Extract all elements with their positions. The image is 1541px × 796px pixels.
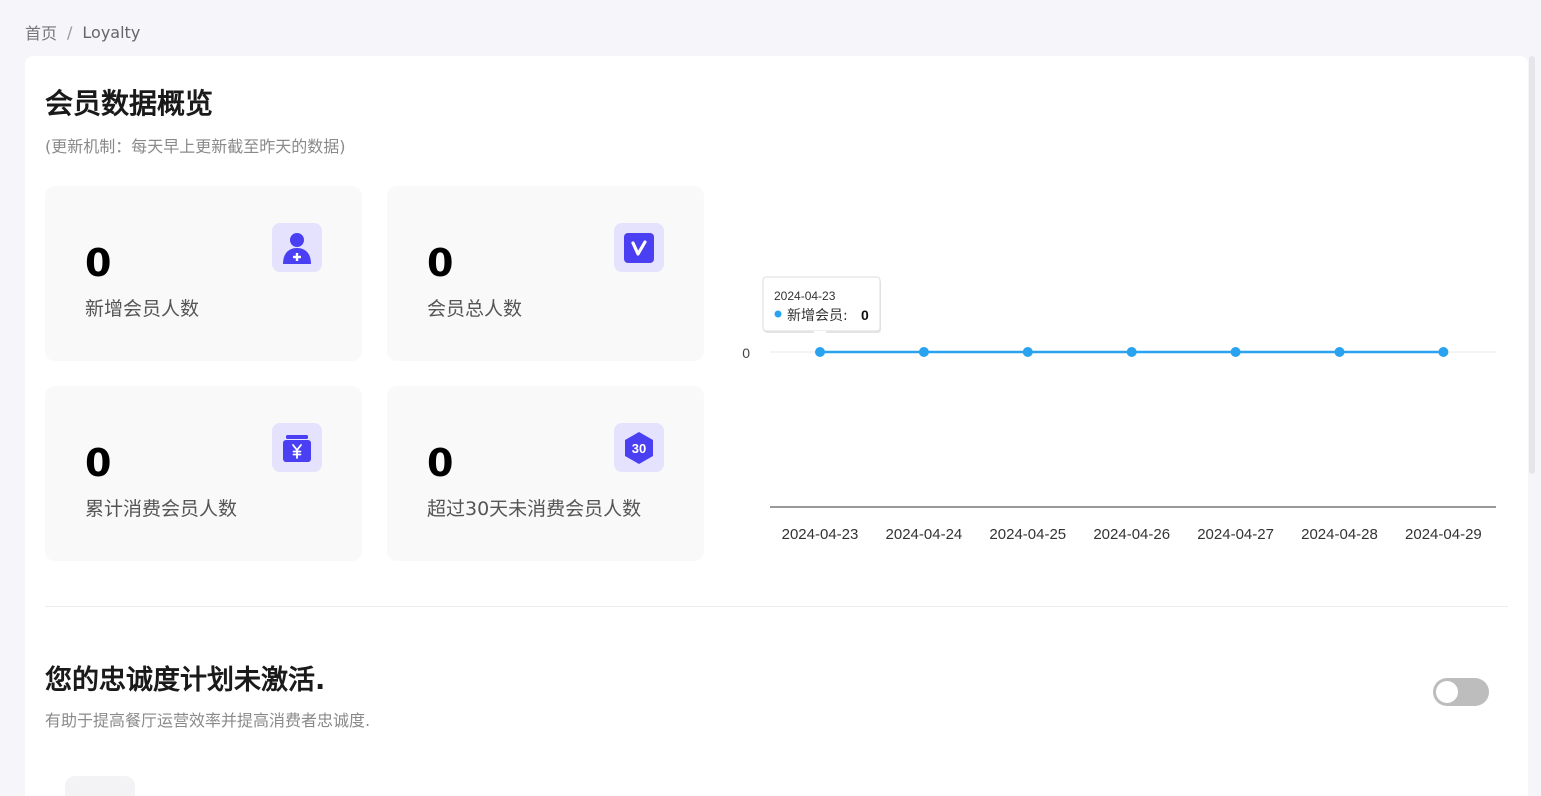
- stat-card-consuming-members: 0 累计消费会员人数: [45, 386, 362, 561]
- thirty-days-icon: 30: [614, 423, 664, 472]
- x-tick-label: 2024-04-27: [1197, 526, 1274, 543]
- stat-label: 超过30天未消费会员人数: [427, 498, 642, 520]
- update-note: (更新机制：每天早上更新截至昨天的数据): [45, 137, 346, 156]
- next-section-tab: [65, 776, 135, 796]
- loyalty-description: 有助于提高餐厅运营效率并提高消费者忠诚度.: [45, 711, 371, 730]
- tooltip-series-name: 新增会员:: [787, 308, 848, 324]
- data-point: [1438, 347, 1449, 357]
- vip-icon: [614, 223, 664, 272]
- stat-card-total-members: 0 会员总人数: [387, 186, 704, 361]
- data-point: [815, 347, 825, 357]
- data-point: [918, 347, 929, 357]
- stat-label: 新增会员人数: [85, 298, 200, 320]
- main-card: 会员数据概览 (更新机制：每天早上更新截至昨天的数据) 0 新增会员人数 0 会…: [25, 56, 1528, 796]
- thirty-days-icon-text: 30: [632, 441, 646, 456]
- page-scrollbar[interactable]: [1529, 56, 1535, 474]
- tooltip-marker: [774, 310, 782, 318]
- stat-value: 0: [85, 241, 112, 285]
- data-point: [1126, 347, 1137, 357]
- stat-card-new-members: 0 新增会员人数: [45, 186, 362, 361]
- section-divider: [45, 606, 1508, 607]
- stat-card-inactive-members: 0 超过30天未消费会员人数 30: [387, 386, 704, 561]
- x-tick-label: 2024-04-24: [886, 526, 963, 543]
- x-tick-label: 2024-04-28: [1301, 526, 1378, 543]
- tooltip-value: 0: [861, 307, 869, 323]
- data-point: [1334, 347, 1345, 357]
- x-tick-label: 2024-04-25: [989, 526, 1066, 543]
- page-title: 会员数据概览: [45, 87, 214, 120]
- breadcrumb-home-link[interactable]: 首页: [25, 20, 57, 44]
- data-point: [1230, 347, 1241, 357]
- stat-label: 累计消费会员人数: [85, 498, 238, 520]
- data-point: [1022, 347, 1033, 357]
- tooltip-date: 2024-04-23: [774, 289, 836, 303]
- y-tick-label: 0: [742, 345, 750, 361]
- yuan-wallet-icon: [272, 423, 322, 472]
- loyalty-status-title: 您的忠诚度计划未激活.: [45, 665, 326, 696]
- stat-label: 会员总人数: [427, 298, 523, 320]
- stat-value: 0: [85, 441, 112, 485]
- add-member-icon: [272, 223, 322, 272]
- breadcrumb-current: Loyalty: [82, 22, 141, 42]
- stat-value: 0: [427, 441, 454, 485]
- breadcrumb-separator: /: [67, 22, 73, 42]
- loyalty-toggle[interactable]: [1433, 678, 1489, 706]
- x-tick-label: 2024-04-26: [1093, 526, 1170, 543]
- x-tick-label: 2024-04-29: [1405, 526, 1482, 543]
- breadcrumb: 首页 / Loyalty: [25, 20, 140, 44]
- new-members-line-chart: 0 2024-04-23 2024-04-24 2024-04-25 2024-04-2…: [742, 276, 1496, 543]
- toggle-knob: [1436, 681, 1458, 703]
- x-tick-label: 2024-04-23: [782, 526, 859, 543]
- stat-value: 0: [427, 241, 454, 285]
- tooltip-arrow: [813, 331, 827, 339]
